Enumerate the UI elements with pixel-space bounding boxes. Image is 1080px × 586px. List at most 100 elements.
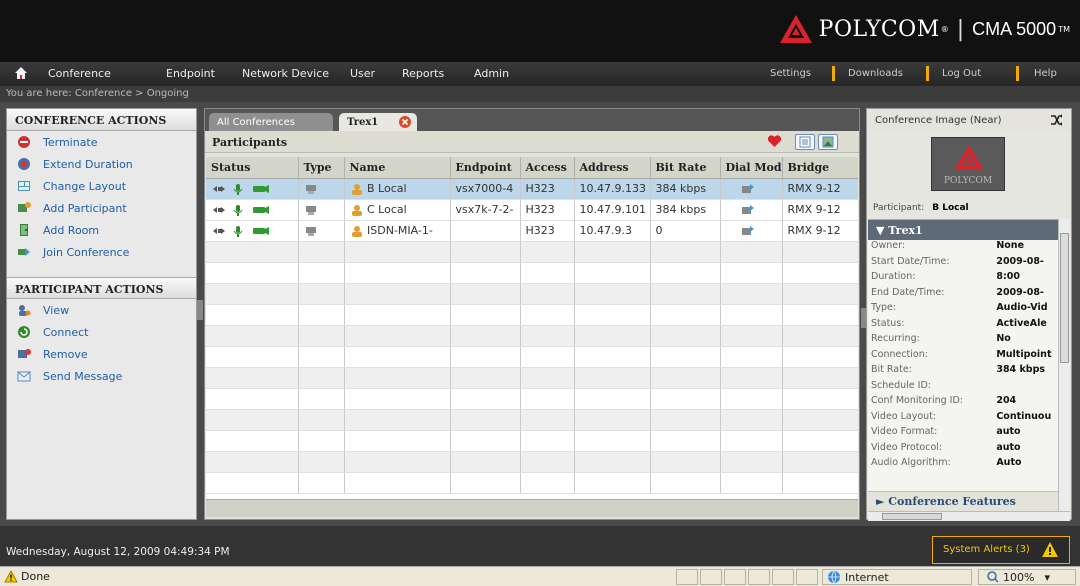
list-view-button[interactable] — [795, 134, 815, 150]
detail-label: End Date/Time: — [871, 286, 945, 298]
connect-action[interactable]: Connect — [7, 321, 196, 343]
warning-icon — [1042, 542, 1058, 557]
status-cell — [206, 220, 299, 242]
detail-value: None — [996, 240, 1025, 251]
remove-action[interactable]: Remove — [7, 343, 196, 365]
send-message-action[interactable]: Send Message — [7, 365, 196, 387]
status-cell — [206, 178, 299, 200]
conference-actions-title: CONFERENCE ACTIONS — [7, 109, 196, 131]
table-row[interactable]: B Local vsx7000-4 H323 10.47.9.133 384 k… — [206, 178, 858, 200]
zoom-control[interactable]: 100% ▾ — [978, 569, 1076, 585]
nav-logout[interactable]: Log Out — [942, 68, 981, 79]
image-view-icon — [822, 136, 834, 148]
nav-endpoint[interactable]: Endpoint — [166, 67, 215, 80]
extend-duration-action[interactable]: Extend Duration — [7, 153, 196, 175]
access-cell: H323 — [520, 220, 575, 242]
detail-value — [996, 380, 1058, 396]
table-row[interactable]: ISDN-MIA-1- H323 10.47.9.3 0 RMX 9-12 — [206, 220, 858, 242]
details-horizontal-scrollbar[interactable] — [868, 511, 1070, 521]
nav-help[interactable]: Help — [1034, 68, 1057, 79]
bit-rate-cell: 0 — [650, 220, 721, 242]
nav-conference[interactable]: Conference — [48, 67, 111, 80]
join-conference-action[interactable]: Join Conference — [7, 241, 196, 263]
conference-features-label: Conference Features — [888, 495, 1016, 508]
detail-label: Start Date/Time: — [871, 255, 950, 267]
detail-value: Audio-Vid — [996, 302, 1048, 313]
shuffle-expand-icon[interactable] — [1049, 113, 1063, 127]
endpoint-type-icon — [305, 206, 316, 215]
conference-near-image: POLYCOM — [931, 137, 1005, 191]
empty-row — [206, 325, 858, 347]
nav-admin[interactable]: Admin — [474, 67, 509, 80]
bit-rate-cell: 384 kbps — [650, 178, 721, 200]
participants-header: Participants — [205, 131, 859, 153]
nav-user[interactable]: User — [350, 67, 375, 80]
col-dial-mode[interactable]: Dial Mod — [720, 157, 783, 179]
view-action[interactable]: View — [7, 299, 196, 321]
nav-settings[interactable]: Settings — [770, 68, 811, 79]
conference-detail-panel: Conference Image (Near) POLYCOM Particip… — [866, 108, 1072, 521]
col-bridge[interactable]: Bridge — [782, 157, 858, 179]
add-participant-action[interactable]: Add Participant — [7, 197, 196, 219]
nav-downloads[interactable]: Downloads — [848, 68, 903, 79]
detail-value: 384 kbps — [996, 364, 1046, 375]
empty-row — [206, 241, 858, 263]
logo-divider: | — [956, 16, 965, 42]
participant-icon — [351, 226, 362, 237]
participants-title: Participants — [212, 136, 288, 149]
col-address[interactable]: Address — [574, 157, 651, 179]
col-status[interactable]: Status — [206, 157, 299, 179]
detail-label: Schedule ID: — [871, 379, 931, 391]
security-zone: Internet — [822, 569, 972, 585]
detail-label: Type: — [871, 302, 897, 313]
conference-details-header[interactable]: ▼ Trex1 — [868, 220, 1058, 240]
send-message-icon — [17, 371, 31, 382]
favorite-heart-icon[interactable] — [767, 135, 782, 148]
detail-row: Schedule ID: — [868, 380, 1058, 396]
terminate-action[interactable]: Terminate — [7, 131, 196, 153]
name-cell: B Local — [344, 178, 451, 200]
tab-trex1[interactable]: Trex1 — [339, 113, 417, 131]
chevron-down-icon[interactable]: ▾ — [1044, 571, 1050, 584]
main-nav: Conference Endpoint Network Device User … — [0, 62, 1080, 86]
add-room-action[interactable]: Add Room — [7, 219, 196, 241]
product-name: CMA 5000 — [972, 18, 1057, 39]
col-name[interactable]: Name — [344, 157, 451, 179]
table-row[interactable]: C Local vsx7k-7-2- H323 10.47.9.101 384 … — [206, 199, 858, 221]
detail-row: Audio Algorithm: Auto — [868, 457, 1058, 473]
layout-icon — [18, 181, 30, 191]
tab-all-conferences[interactable]: All Conferences — [209, 113, 333, 131]
close-tab-icon[interactable] — [399, 116, 411, 128]
grid-horizontal-scrollbar[interactable] — [206, 499, 858, 517]
status-done-label: Done — [21, 570, 50, 583]
detail-label: Video Protocol: — [871, 441, 943, 453]
details-vertical-scrollbar[interactable] — [1058, 219, 1070, 511]
system-alerts-button[interactable]: System Alerts (3) — [932, 536, 1070, 564]
participant-name: B Local — [367, 182, 407, 195]
scrollbar-thumb[interactable] — [1060, 233, 1069, 363]
detail-value: 2009-08- — [996, 286, 1044, 298]
detail-label: Conf Monitoring ID: — [871, 395, 963, 406]
detail-label: Recurring: — [871, 333, 920, 344]
remove-label: Remove — [43, 347, 88, 361]
col-access[interactable]: Access — [520, 157, 575, 179]
home-icon[interactable] — [14, 66, 28, 80]
detail-label: Bit Rate: — [871, 364, 912, 375]
conference-features-toggle[interactable]: ► Conference Features — [868, 491, 1058, 511]
col-endpoint[interactable]: Endpoint — [450, 157, 521, 179]
col-type[interactable]: Type — [298, 157, 345, 179]
actions-panel: CONFERENCE ACTIONS Terminate Extend Dura… — [6, 108, 197, 520]
empty-row — [206, 430, 858, 452]
left-splitter[interactable] — [197, 300, 203, 320]
endpoint-type-icon — [305, 227, 316, 236]
selected-participant: Participant: B Local — [873, 203, 969, 213]
detail-value: Multipoint — [996, 348, 1052, 360]
nav-network-device[interactable]: Network Device — [242, 67, 329, 80]
nav-reports[interactable]: Reports — [402, 67, 444, 80]
change-layout-action[interactable]: Change Layout — [7, 175, 196, 197]
join-conference-icon — [18, 248, 30, 256]
status-cell — [700, 569, 722, 585]
col-bit-rate[interactable]: Bit Rate — [650, 157, 721, 179]
scrollbar-thumb[interactable] — [882, 513, 942, 520]
image-view-button[interactable] — [818, 134, 838, 150]
